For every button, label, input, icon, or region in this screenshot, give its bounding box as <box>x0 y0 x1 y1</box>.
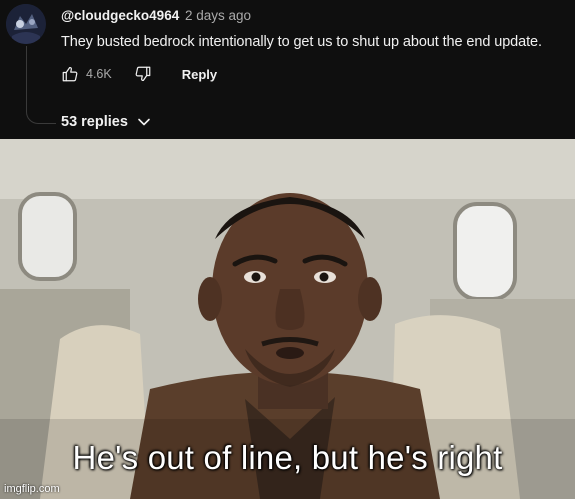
comment-text: They busted bedrock intentionally to get… <box>61 34 542 50</box>
avatar[interactable] <box>6 4 46 44</box>
like-count: 4.6K <box>86 67 112 81</box>
replies-toggle[interactable]: 53 replies <box>61 114 151 130</box>
comment-actions: 4.6K Reply <box>61 62 217 86</box>
thumbs-down-icon[interactable] <box>134 65 152 83</box>
imgflip-watermark: imgflip.com <box>4 483 60 495</box>
reply-button[interactable]: Reply <box>182 67 217 82</box>
meme-image: He's out of line, but he's right imgflip… <box>0 139 575 499</box>
thumbs-up-icon[interactable] <box>61 65 79 83</box>
replies-count-label: 53 replies <box>61 114 128 130</box>
chevron-down-icon <box>137 115 151 129</box>
meme-caption: He's out of line, but he's right <box>72 439 503 476</box>
reply-thread-line <box>26 46 56 124</box>
comment-timestamp[interactable]: 2 days ago <box>185 8 251 23</box>
comment-author[interactable]: @cloudgecko4964 <box>61 8 179 23</box>
comment-header: @cloudgecko4964 2 days ago <box>61 8 251 23</box>
comment-panel: @cloudgecko4964 2 days ago They busted b… <box>0 0 575 139</box>
